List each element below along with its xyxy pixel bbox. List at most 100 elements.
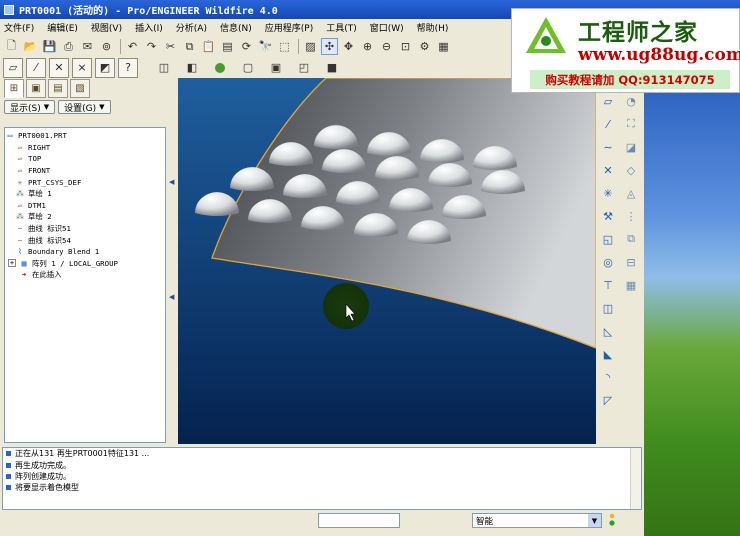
shaded-icon[interactable]: ■ [321, 59, 343, 76]
orient-icon[interactable]: ✥ [340, 38, 357, 55]
menu-file[interactable]: 文件(F) [4, 21, 34, 34]
appearance-icon[interactable]: ◧ [181, 59, 203, 76]
cut-icon[interactable]: ✂ [162, 38, 179, 55]
layer-icon[interactable]: ◫ [153, 59, 175, 76]
tree-item-pattern[interactable]: + ▦ 阵列 1 / LOCAL_GROUP [5, 258, 165, 270]
tree-item-curve-54[interactable]: ∼ 曲线 标识54 [5, 234, 165, 246]
settings-button[interactable]: 设置(G) ▼ [58, 100, 111, 114]
collapse-arrow-icon[interactable]: ◀ [169, 178, 174, 186]
message-text: 阵列创建成功。 [15, 471, 71, 481]
tree-item-curve-51[interactable]: ∼ 曲线 标识51 [5, 223, 165, 235]
datum-point-tool-icon[interactable]: ✕ [599, 161, 617, 179]
folder-tab[interactable]: ▣ [26, 79, 46, 98]
paste-icon[interactable]: 📋 [200, 38, 217, 55]
shading-icon[interactable]: ◩ [95, 57, 115, 78]
paste-special-icon[interactable]: ▤ [219, 38, 236, 55]
datum-axes-icon[interactable]: ⁄ [26, 57, 46, 78]
zoom-out-icon[interactable]: ⊖ [378, 38, 395, 55]
message-scrollbar[interactable] [630, 448, 641, 509]
merge-tool-icon[interactable]: ⧉ [622, 230, 640, 248]
graphics-viewport[interactable] [178, 78, 596, 444]
saved-views-icon[interactable]: ▦ [435, 38, 452, 55]
undo-icon[interactable]: ↶ [124, 38, 141, 55]
tree-item-part[interactable]: ▭ PRT0001.PRT [5, 130, 165, 142]
extrude-tool-icon[interactable]: ◱ [599, 230, 617, 248]
menu-analysis[interactable]: 分析(A) [176, 21, 207, 34]
redo-icon[interactable]: ↷ [143, 38, 160, 55]
hidden-line-icon[interactable]: ▣ [265, 59, 287, 76]
new-icon[interactable]: 🗋 [3, 38, 20, 55]
mirror-tool-icon[interactable]: ⋮ [622, 207, 640, 225]
datum-planes-icon[interactable]: ▱ [3, 57, 23, 78]
csys-icon[interactable]: ⨯ [72, 57, 92, 78]
copy-icon[interactable]: ⧉ [181, 38, 198, 55]
draft-tool-icon[interactable]: ◣ [599, 345, 617, 363]
zoom-in-icon[interactable]: ⊕ [359, 38, 376, 55]
tree-item-dtm1[interactable]: ▱ DTM1 [5, 200, 165, 212]
tree-item-front[interactable]: ▱ FRONT [5, 165, 165, 177]
tree-item-insert-here[interactable]: ➔ 在此插入 [5, 269, 165, 281]
sketch-tool-icon[interactable]: ∼ [599, 138, 617, 156]
hole-tool-icon[interactable]: ⊤ [599, 276, 617, 294]
tree-item-sketch-1[interactable]: ⁂ 草绘 1 [5, 188, 165, 200]
help-icon[interactable]: ? [118, 57, 138, 78]
menu-edit[interactable]: 编辑(E) [47, 21, 78, 34]
refit-icon[interactable]: ⊡ [397, 38, 414, 55]
no-hidden-icon[interactable]: ◰ [293, 59, 315, 76]
trim-tool-icon[interactable]: ⊟ [622, 253, 640, 271]
boundary-blend-tool-icon[interactable]: ◇ [622, 161, 640, 179]
rib-tool-icon[interactable]: ◺ [599, 322, 617, 340]
round-tool-icon[interactable]: ◝ [599, 368, 617, 386]
menu-help[interactable]: 帮助(H) [417, 21, 449, 34]
tree-item-boundary-blend[interactable]: ⌇ Boundary Blend 1 [5, 246, 165, 258]
tree-item-top[interactable]: ▱ TOP [5, 153, 165, 165]
variable-sweep-icon[interactable]: ◪ [622, 138, 640, 156]
chamfer-tool-icon[interactable]: ◸ [599, 391, 617, 409]
tree-item-sketch-2[interactable]: ⁂ 草绘 2 [5, 211, 165, 223]
analysis-tool-icon[interactable]: ⚒ [599, 207, 617, 225]
pattern-tool-icon[interactable]: ▦ [622, 276, 640, 294]
expand-icon[interactable]: + [8, 259, 16, 268]
view-manager-icon[interactable]: ⚙ [416, 38, 433, 55]
spin-center-icon[interactable]: ✣ [321, 38, 338, 55]
select-box-icon[interactable]: ⬚ [276, 38, 293, 55]
save-icon[interactable]: 💾 [41, 38, 58, 55]
selection-filter[interactable]: 智能 ▼ [472, 513, 602, 528]
green-status-icon[interactable] [209, 59, 231, 76]
menu-tools[interactable]: 工具(T) [326, 21, 357, 34]
datum-axis-tool-icon[interactable]: ⁄ [599, 115, 617, 133]
info-bullet-icon [6, 451, 11, 457]
regenerate-icon[interactable]: ⟳ [238, 38, 255, 55]
tree-item-label: 在此插入 [32, 270, 62, 280]
sweep-tool-icon[interactable]: ◔ [622, 92, 640, 110]
open-icon[interactable]: 📂 [22, 38, 39, 55]
blend-tool-icon[interactable]: ⛶ [622, 115, 640, 133]
find-icon[interactable]: 🔭 [257, 38, 274, 55]
csys-tool-icon[interactable]: ✳ [599, 184, 617, 202]
style-tool-icon[interactable]: ◬ [622, 184, 640, 202]
menu-info[interactable]: 信息(N) [220, 21, 252, 34]
show-button[interactable]: 显示(S) ▼ [4, 100, 56, 114]
collapse-arrow-icon[interactable]: ◀ [169, 293, 174, 301]
wireframe-icon[interactable]: ▢ [237, 59, 259, 76]
layer-tab[interactable]: ▧ [70, 79, 90, 98]
model-tree-tab[interactable]: ⊞ [4, 79, 24, 98]
datum-points-icon[interactable]: ✕ [49, 57, 69, 78]
menu-applications[interactable]: 应用程序(P) [265, 21, 313, 34]
panel-splitter[interactable]: ◀ ◀ [168, 78, 178, 444]
tree-item-csys[interactable]: ✳ PRT_CSYS_DEF [5, 176, 165, 188]
datum-plane-tool-icon[interactable]: ▱ [599, 92, 617, 110]
menu-window[interactable]: 窗口(W) [370, 21, 404, 34]
status-input[interactable] [318, 513, 400, 528]
revolve-tool-icon[interactable]: ◎ [599, 253, 617, 271]
tree-item-right[interactable]: ▱ RIGHT [5, 142, 165, 154]
email-icon[interactable]: ✉ [79, 38, 96, 55]
shell-tool-icon[interactable]: ◫ [599, 299, 617, 317]
repaint-icon[interactable]: ▨ [302, 38, 319, 55]
favorites-tab[interactable]: ▤ [48, 79, 68, 98]
copy-disk-icon[interactable]: ⊚ [98, 38, 115, 55]
print-icon[interactable]: ⎙ [60, 38, 77, 55]
menu-view[interactable]: 视图(V) [91, 21, 122, 34]
chevron-down-icon[interactable]: ▼ [588, 514, 601, 527]
menu-insert[interactable]: 插入(I) [135, 21, 163, 34]
